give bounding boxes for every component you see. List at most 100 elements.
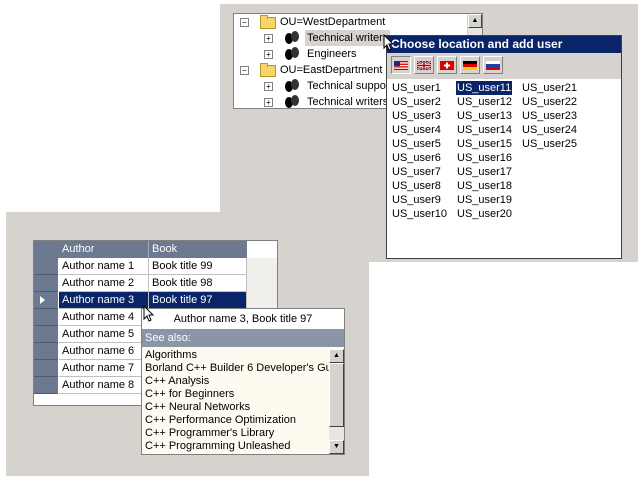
user-item[interactable]: US_user8 [391, 179, 442, 193]
column-header-author[interactable]: Author [59, 241, 149, 258]
popup-title: Choose location and add user [387, 36, 621, 53]
cell-author[interactable]: Author name 5 [59, 326, 149, 343]
user-group-icon [284, 47, 300, 61]
user-item[interactable]: US_user14 [456, 123, 513, 137]
german-flag-icon [463, 61, 477, 70]
folder-icon [260, 15, 276, 29]
tree-node-label: Technical suppo [307, 80, 386, 92]
user-item[interactable]: US_user10 [391, 207, 448, 221]
expand-icon[interactable]: + [264, 34, 273, 43]
see-also-header: See also: [142, 329, 344, 347]
user-list[interactable]: US_user1 US_user2 US_user3 US_user4 US_user5… [387, 81, 621, 258]
cell-author[interactable]: Author name 6 [59, 343, 149, 360]
see-also-item[interactable]: C++ Analysis [145, 375, 209, 388]
expand-icon[interactable]: + [264, 98, 273, 107]
tree-node-label: Technical writers [307, 96, 389, 108]
see-also-item[interactable]: Borland C++ Builder 6 Developer's Guide [145, 362, 329, 375]
row-indicator[interactable] [34, 309, 58, 326]
row-indicator[interactable] [34, 343, 58, 360]
user-item[interactable]: US_user2 [391, 95, 442, 109]
cell-author[interactable]: Author name 1 [59, 258, 149, 275]
expand-icon[interactable]: + [264, 82, 273, 91]
user-item[interactable]: US_user17 [456, 165, 513, 179]
user-item[interactable]: US_user12 [456, 95, 513, 109]
user-item[interactable]: US_user23 [521, 109, 578, 123]
user-item[interactable]: US_user1 [391, 81, 442, 95]
uk-flag-icon [417, 61, 431, 70]
user-item[interactable]: US_user11 [456, 81, 513, 95]
folder-icon [260, 63, 276, 77]
row-indicator[interactable] [34, 326, 58, 343]
mouse-cursor-icon [383, 34, 395, 51]
expand-icon[interactable]: + [264, 50, 273, 59]
user-item[interactable]: US_user25 [521, 137, 578, 151]
see-also-item[interactable]: C++ for Beginners [145, 388, 234, 401]
cell-book[interactable]: Book title 98 [149, 275, 247, 292]
tree-node-label: Technical writers [305, 30, 391, 46]
current-row-arrow-icon [40, 296, 45, 304]
tree-node-label: Engineers [307, 48, 357, 60]
swiss-flag-button[interactable] [437, 56, 457, 74]
cell-book[interactable]: Book title 97 [149, 292, 247, 309]
collapse-icon[interactable]: − [240, 18, 249, 27]
scroll-thumb[interactable] [329, 363, 344, 427]
grid-corner [34, 241, 59, 258]
user-group-icon [284, 31, 300, 45]
uk-flag-button[interactable] [414, 56, 434, 74]
us-flag-button[interactable] [391, 56, 411, 74]
user-item[interactable]: US_user19 [456, 193, 513, 207]
flag-toolbar [387, 53, 621, 79]
user-item[interactable]: US_user7 [391, 165, 442, 179]
user-item[interactable]: US_user24 [521, 123, 578, 137]
tree-node-west[interactable]: − OU=WestDepartment [234, 14, 466, 30]
collapse-icon[interactable]: − [240, 66, 249, 75]
russian-flag-button[interactable] [483, 56, 503, 74]
row-indicator[interactable] [34, 377, 58, 394]
book-hint-popup: Author name 3, Book title 97 See also: A… [141, 308, 345, 455]
row-indicator[interactable] [34, 275, 58, 292]
user-item[interactable]: US_user3 [391, 109, 442, 123]
user-item[interactable]: US_user13 [456, 109, 513, 123]
location-popup: Choose location and add user US_user1 US… [386, 35, 622, 259]
see-also-item[interactable]: C++ Programming Unleashed [145, 440, 291, 453]
user-group-icon [284, 79, 300, 93]
see-also-item[interactable]: C++ Neural Networks [145, 401, 250, 414]
row-indicator[interactable] [34, 292, 58, 309]
tree-node-label: OU=EastDepartment [280, 64, 383, 76]
russian-flag-icon [486, 61, 500, 70]
user-item[interactable]: US_user18 [456, 179, 513, 193]
user-item[interactable]: US_user22 [521, 95, 578, 109]
user-item[interactable]: US_user4 [391, 123, 442, 137]
user-item[interactable]: US_user20 [456, 207, 513, 221]
tree-node-label: OU=WestDepartment [280, 16, 386, 28]
cell-author[interactable]: Author name 2 [59, 275, 149, 292]
hint-scrollbar[interactable]: ▲ ▼ [329, 349, 344, 454]
see-also-item[interactable]: C++ Programmer's Library [145, 427, 274, 440]
scroll-up-icon[interactable]: ▲ [329, 349, 344, 363]
row-indicator[interactable] [34, 258, 58, 275]
column-header-book[interactable]: Book [149, 241, 247, 258]
user-item[interactable]: US_user9 [391, 193, 442, 207]
cell-book[interactable]: Book title 99 [149, 258, 247, 275]
cell-author[interactable]: Author name 7 [59, 360, 149, 377]
scroll-up-icon[interactable]: ▲ [468, 14, 482, 28]
cell-author[interactable]: Author name 3 [59, 292, 149, 309]
user-group-icon [284, 95, 300, 108]
user-item[interactable]: US_user5 [391, 137, 442, 151]
hint-title: Author name 3, Book title 97 [142, 309, 344, 329]
user-item[interactable]: US_user15 [456, 137, 513, 151]
user-item[interactable]: US_user16 [456, 151, 513, 165]
row-indicator[interactable] [34, 360, 58, 377]
us-flag-icon [394, 61, 408, 70]
scroll-down-icon[interactable]: ▼ [329, 440, 344, 454]
cell-author[interactable]: Author name 4 [59, 309, 149, 326]
user-item[interactable]: US_user21 [521, 81, 578, 95]
see-also-item[interactable]: C++ Performance Optimization [145, 414, 296, 427]
german-flag-button[interactable] [460, 56, 480, 74]
user-item[interactable]: US_user6 [391, 151, 442, 165]
swiss-flag-icon [440, 61, 454, 70]
see-also-list[interactable]: Algorithms Borland C++ Builder 6 Develope… [142, 349, 329, 454]
mouse-cursor-icon [143, 305, 155, 322]
cell-author[interactable]: Author name 8 [59, 377, 149, 394]
see-also-item[interactable]: Algorithms [145, 349, 197, 362]
